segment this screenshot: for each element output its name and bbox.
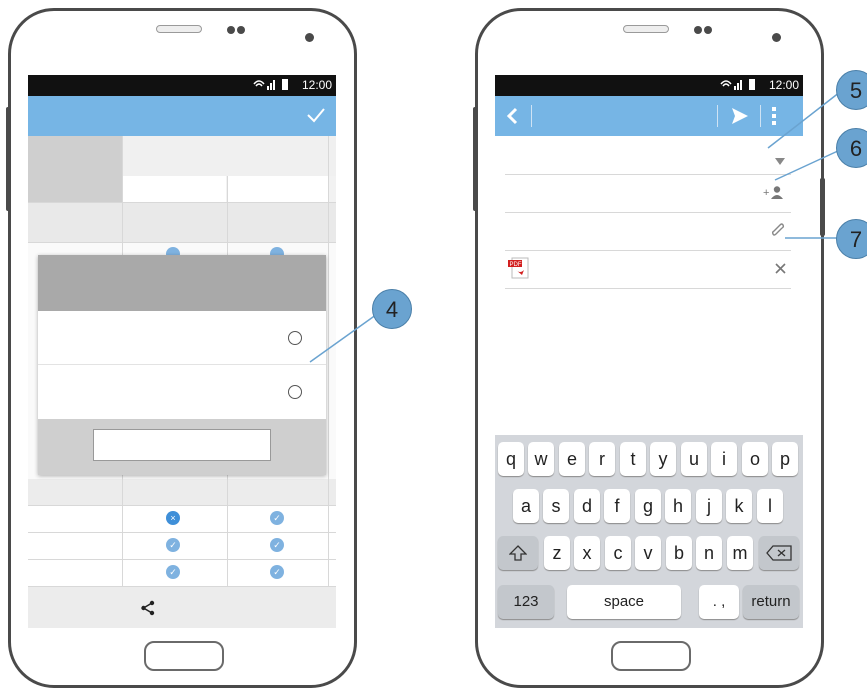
dialog-header bbox=[38, 255, 326, 311]
sensor-dot bbox=[772, 33, 781, 42]
app-bar bbox=[28, 96, 336, 136]
key-t[interactable]: t bbox=[620, 442, 646, 476]
dialog bbox=[38, 255, 326, 475]
sensor bbox=[704, 26, 712, 34]
status-time: 12:00 bbox=[301, 78, 332, 92]
chevron-left-icon[interactable] bbox=[505, 106, 519, 131]
check-circle-icon[interactable]: ✓ bbox=[270, 538, 284, 552]
dialog-footer bbox=[38, 419, 326, 475]
table-row-divider bbox=[28, 242, 336, 243]
check-circle-icon[interactable]: ✓ bbox=[270, 511, 284, 525]
key-m[interactable]: m bbox=[727, 536, 753, 570]
sensor-dot bbox=[305, 33, 314, 42]
radio-button[interactable] bbox=[288, 385, 302, 399]
dialog-option-1[interactable] bbox=[38, 311, 326, 365]
key-k[interactable]: k bbox=[726, 489, 752, 523]
share-icon[interactable] bbox=[140, 600, 156, 621]
earpiece-speaker bbox=[156, 25, 202, 33]
key-b[interactable]: b bbox=[666, 536, 692, 570]
check-circle-icon[interactable]: ✓ bbox=[270, 565, 284, 579]
key-x[interactable]: x bbox=[574, 536, 600, 570]
table-row-divider bbox=[28, 559, 336, 560]
bottom-bar bbox=[28, 587, 336, 628]
left-screen: 12:00 × ✓ ✓ ✓ ✓ ✓ bbox=[28, 75, 336, 628]
keyboard: q w e r t y u i o p a s d f g h j k l z bbox=[495, 435, 803, 628]
home-button[interactable] bbox=[144, 641, 224, 671]
key-r[interactable]: r bbox=[589, 442, 615, 476]
status-icons bbox=[252, 78, 292, 93]
pdf-file-icon: PDF bbox=[508, 256, 530, 285]
key-f[interactable]: f bbox=[604, 489, 630, 523]
dialog-option-2[interactable] bbox=[38, 365, 326, 419]
callout-marker: 7 bbox=[836, 219, 867, 259]
key-i[interactable]: i bbox=[711, 442, 737, 476]
numbers-key[interactable]: 123 bbox=[498, 585, 554, 619]
key-v[interactable]: v bbox=[635, 536, 661, 570]
key-q[interactable]: q bbox=[498, 442, 524, 476]
key-a[interactable]: a bbox=[513, 489, 539, 523]
table-row-band bbox=[28, 479, 336, 505]
front-camera bbox=[227, 26, 235, 34]
pdf-badge-text: PDF bbox=[510, 262, 522, 268]
key-u[interactable]: u bbox=[681, 442, 707, 476]
key-o[interactable]: o bbox=[742, 442, 768, 476]
shift-key[interactable] bbox=[498, 536, 538, 570]
key-e[interactable]: e bbox=[559, 442, 585, 476]
check-circle-icon[interactable]: ✓ bbox=[166, 538, 180, 552]
appbar-divider bbox=[717, 105, 718, 127]
check-icon[interactable] bbox=[306, 106, 326, 129]
table-lower-rows bbox=[28, 505, 336, 587]
table-header-subcell-2 bbox=[227, 176, 328, 202]
table-header-cell bbox=[122, 136, 336, 176]
key-n[interactable]: n bbox=[696, 536, 722, 570]
earpiece-speaker bbox=[623, 25, 669, 33]
table-row-divider bbox=[28, 202, 336, 203]
callout-marker: 4 bbox=[372, 289, 412, 329]
check-circle-icon[interactable]: ✓ bbox=[166, 565, 180, 579]
key-w[interactable]: w bbox=[528, 442, 554, 476]
dialog-action-button[interactable] bbox=[93, 429, 271, 461]
left-phone-volume-key bbox=[6, 107, 11, 211]
backspace-key[interactable] bbox=[759, 536, 799, 570]
appbar-divider bbox=[531, 105, 532, 127]
right-phone-volume-key bbox=[473, 107, 478, 211]
key-j[interactable]: j bbox=[696, 489, 722, 523]
key-s[interactable]: s bbox=[543, 489, 569, 523]
front-camera bbox=[694, 26, 702, 34]
table-row-divider bbox=[28, 505, 336, 506]
key-h[interactable]: h bbox=[665, 489, 691, 523]
status-bar: 12:00 bbox=[28, 75, 336, 96]
key-p[interactable]: p bbox=[772, 442, 798, 476]
key-d[interactable]: d bbox=[574, 489, 600, 523]
key-l[interactable]: l bbox=[757, 489, 783, 523]
punctuation-key[interactable]: . , bbox=[699, 585, 739, 619]
key-z[interactable]: z bbox=[544, 536, 570, 570]
table-header-gray-cell bbox=[28, 136, 122, 202]
attachment-item[interactable]: PDF bbox=[505, 250, 791, 289]
sensor bbox=[237, 26, 245, 34]
key-y[interactable]: y bbox=[650, 442, 676, 476]
close-icon[interactable] bbox=[775, 261, 786, 279]
space-key[interactable]: space bbox=[567, 585, 681, 619]
key-g[interactable]: g bbox=[635, 489, 661, 523]
return-key[interactable]: return bbox=[743, 585, 799, 619]
table-row-band bbox=[28, 202, 336, 242]
callout-leader-lines bbox=[767, 91, 841, 239]
close-circle-icon[interactable]: × bbox=[166, 511, 180, 525]
shift-icon bbox=[508, 545, 528, 561]
key-c[interactable]: c bbox=[605, 536, 631, 570]
home-button[interactable] bbox=[611, 641, 691, 671]
backspace-icon bbox=[766, 545, 792, 561]
table-row-divider bbox=[28, 532, 336, 533]
table-header-subcell-1 bbox=[122, 176, 226, 202]
